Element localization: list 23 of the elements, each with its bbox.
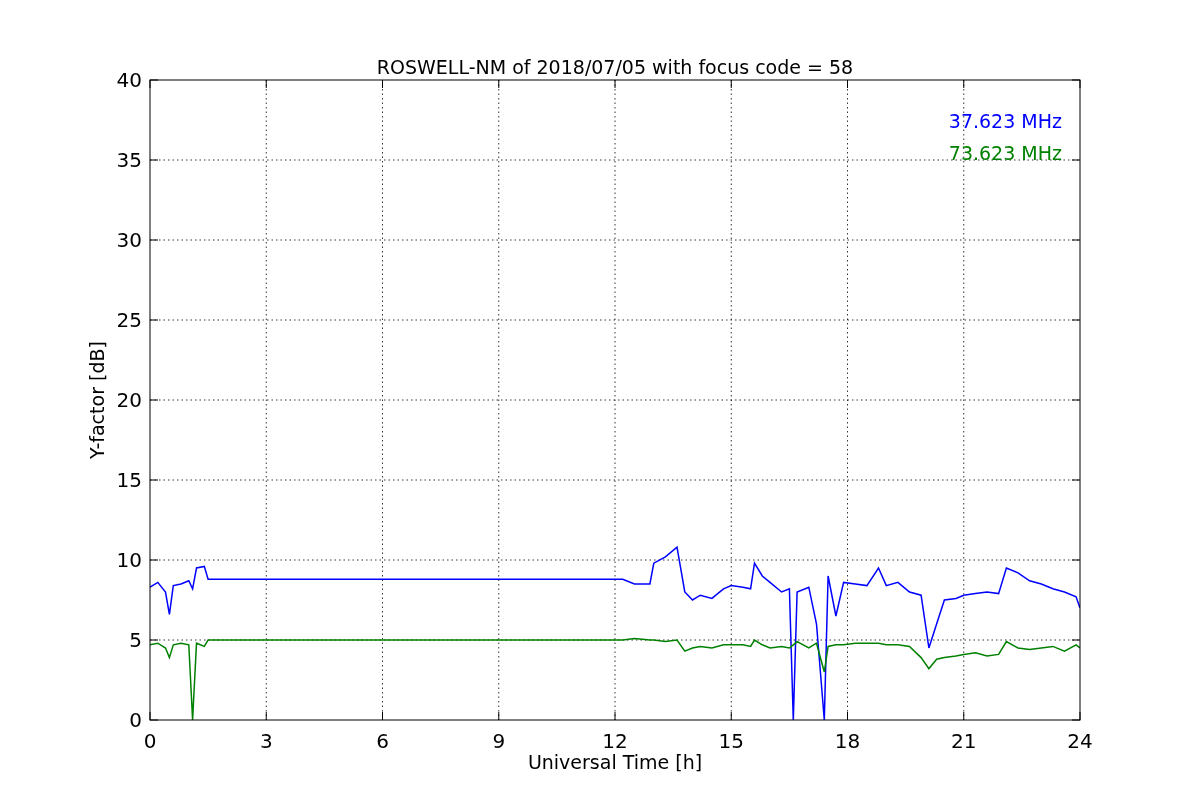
tick-label: 5 (129, 628, 142, 652)
tick-label: 30 (116, 228, 142, 252)
x-axis-label: Universal Time [h] (527, 751, 703, 773)
tick-label: 15 (718, 729, 744, 753)
tick-label: 10 (116, 548, 142, 572)
tick-label: 18 (834, 729, 861, 753)
legend-label: 37.623 MHz (948, 110, 1062, 132)
tick-label: 24 (1067, 729, 1093, 753)
tick-label: 20 (116, 388, 142, 412)
tick-label: 0 (129, 708, 142, 732)
tick-label: 25 (116, 308, 142, 332)
legend-label: 73.623 MHz (948, 142, 1062, 164)
y-axis-label: Y-factor [dB] (86, 341, 108, 459)
tick-label: 35 (116, 148, 142, 172)
chart-title: ROSWELL-NM of 2018/07/05 with focus code = 58 (376, 56, 854, 78)
tick-label: 12 (602, 729, 628, 753)
tick-label: 40 (116, 68, 142, 92)
tick-label: 9 (492, 729, 506, 753)
tick-label: 3 (259, 729, 273, 753)
tick-label: 15 (116, 468, 142, 492)
tick-label: 0 (143, 729, 157, 753)
tick-label: 21 (951, 729, 977, 753)
tick-label: 6 (376, 729, 389, 753)
